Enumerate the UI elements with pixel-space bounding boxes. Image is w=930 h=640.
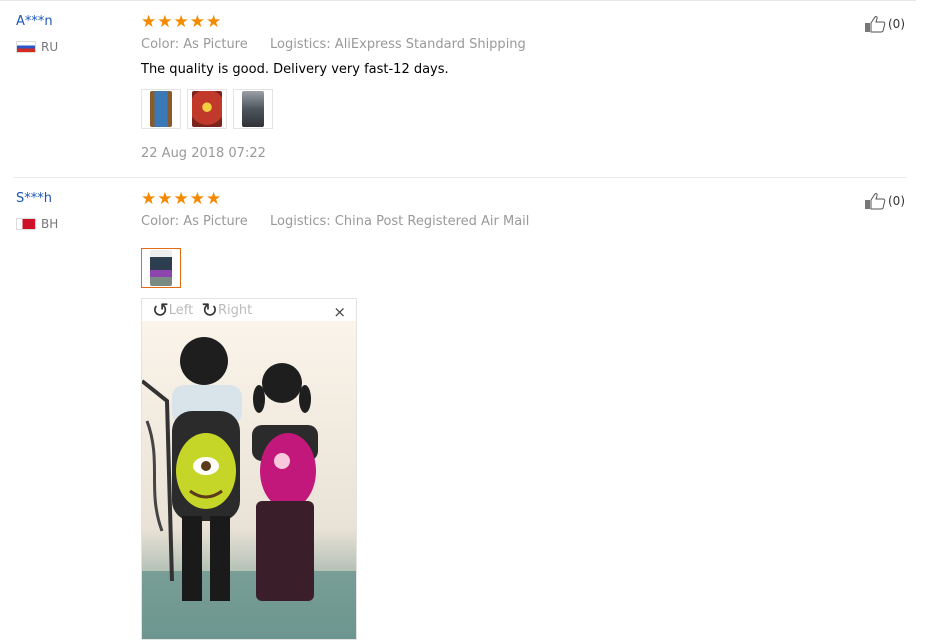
star-icon: ★: [157, 12, 173, 32]
top-divider: [0, 0, 916, 1]
color-value: As Picture: [183, 37, 248, 52]
logistics-value: China Post Registered Air Mail: [334, 214, 530, 229]
logistics-label: Logistics:: [270, 37, 331, 52]
photo-thumbnail[interactable]: [187, 89, 227, 129]
review-photos: [141, 89, 273, 129]
rotate-left-button[interactable]: ↺ Left: [152, 298, 194, 322]
like-count: (0): [888, 17, 905, 31]
country-code: RU: [41, 40, 59, 54]
review-text: The quality is good. Delivery very fast-…: [141, 62, 449, 77]
rotate-left-label: Left: [168, 302, 194, 318]
logistics-value: AliExpress Standard Shipping: [334, 37, 526, 52]
color-value: As Picture: [183, 214, 248, 229]
rotate-right-button[interactable]: ↻ Right: [201, 298, 253, 322]
order-info: Color: As Picture Logistics: China Post …: [141, 214, 529, 229]
review-photos: [141, 248, 181, 288]
viewer-toolbar: ↺ Left ↻ Right: [152, 298, 253, 322]
star-icon: ★: [206, 189, 222, 209]
star-icon: ★: [206, 12, 222, 32]
like-button[interactable]: (0): [864, 15, 905, 33]
order-info: Color: As Picture Logistics: AliExpress …: [141, 37, 526, 52]
review-date: 22 Aug 2018 07:22: [141, 146, 266, 161]
reviewer-country: RU: [16, 40, 58, 54]
reviewer-country: BH: [16, 217, 58, 231]
star-icon: ★: [173, 12, 189, 32]
photo-thumbnail-selected[interactable]: [141, 248, 181, 288]
close-icon[interactable]: ×: [333, 303, 346, 321]
star-icon: ★: [189, 189, 205, 209]
color-label: Color:: [141, 37, 180, 52]
star-icon: ★: [141, 189, 157, 209]
bahrain-flag-icon: [16, 218, 36, 230]
rotate-right-icon: ↻: [201, 298, 218, 322]
like-count: (0): [888, 194, 905, 208]
photo-viewer: ↺ Left ↻ Right ×: [141, 298, 357, 640]
photo-image: [142, 321, 356, 639]
viewer-pointer: [157, 298, 169, 299]
reviewer-name[interactable]: S***h: [16, 191, 52, 206]
rotate-left-icon: ↺: [152, 298, 169, 322]
logistics-label: Logistics:: [270, 214, 331, 229]
star-rating: ★ ★ ★ ★ ★: [141, 14, 221, 31]
reviewer-name[interactable]: A***n: [16, 14, 53, 29]
star-icon: ★: [173, 189, 189, 209]
country-code: BH: [41, 217, 59, 231]
star-icon: ★: [141, 12, 157, 32]
like-button[interactable]: (0): [864, 192, 905, 210]
russia-flag-icon: [16, 41, 36, 53]
photo-thumbnail[interactable]: [141, 89, 181, 129]
star-icon: ★: [157, 189, 173, 209]
rotate-right-label: Right: [218, 302, 253, 318]
photo-thumbnail[interactable]: [233, 89, 273, 129]
thumbs-up-icon: [865, 193, 886, 210]
color-label: Color:: [141, 214, 180, 229]
star-icon: ★: [189, 12, 205, 32]
thumbs-up-icon: [865, 16, 886, 33]
star-rating: ★ ★ ★ ★ ★: [141, 191, 221, 208]
review-divider: [14, 177, 906, 178]
review-photo-large: [142, 321, 356, 639]
